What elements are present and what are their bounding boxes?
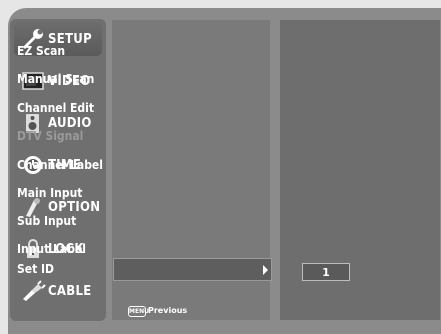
arrow-right-icon (263, 265, 268, 275)
menu-item-manual-scan[interactable]: Manual Scan (17, 72, 94, 86)
tab-option-label: OPTION (48, 199, 101, 215)
menu-item-set-id[interactable]: Set ID (17, 262, 54, 276)
menu-item-sub-input[interactable]: Sub Input (17, 214, 76, 228)
tab-cable-label: CABLE (48, 283, 92, 299)
menu-item-main-input[interactable]: Main Input (17, 186, 82, 200)
menu-item-input-label[interactable]: Input Label (17, 242, 86, 256)
selection-highlight (113, 258, 272, 281)
plug-icon (20, 280, 46, 302)
previous-hint: Previous (148, 306, 188, 315)
menu-item-ez-scan[interactable]: EZ Scan (17, 44, 65, 58)
menu-item-channel-edit[interactable]: Channel Edit (17, 101, 94, 115)
menu-key-icon: MENU (128, 306, 149, 317)
menu-item-dtv-signal: DTV Signal (17, 129, 84, 143)
menu-item-channel-label[interactable]: Channel Label (17, 158, 103, 172)
tab-cable[interactable]: CABLE (14, 274, 102, 308)
set-id-value[interactable]: 1 (302, 263, 350, 281)
